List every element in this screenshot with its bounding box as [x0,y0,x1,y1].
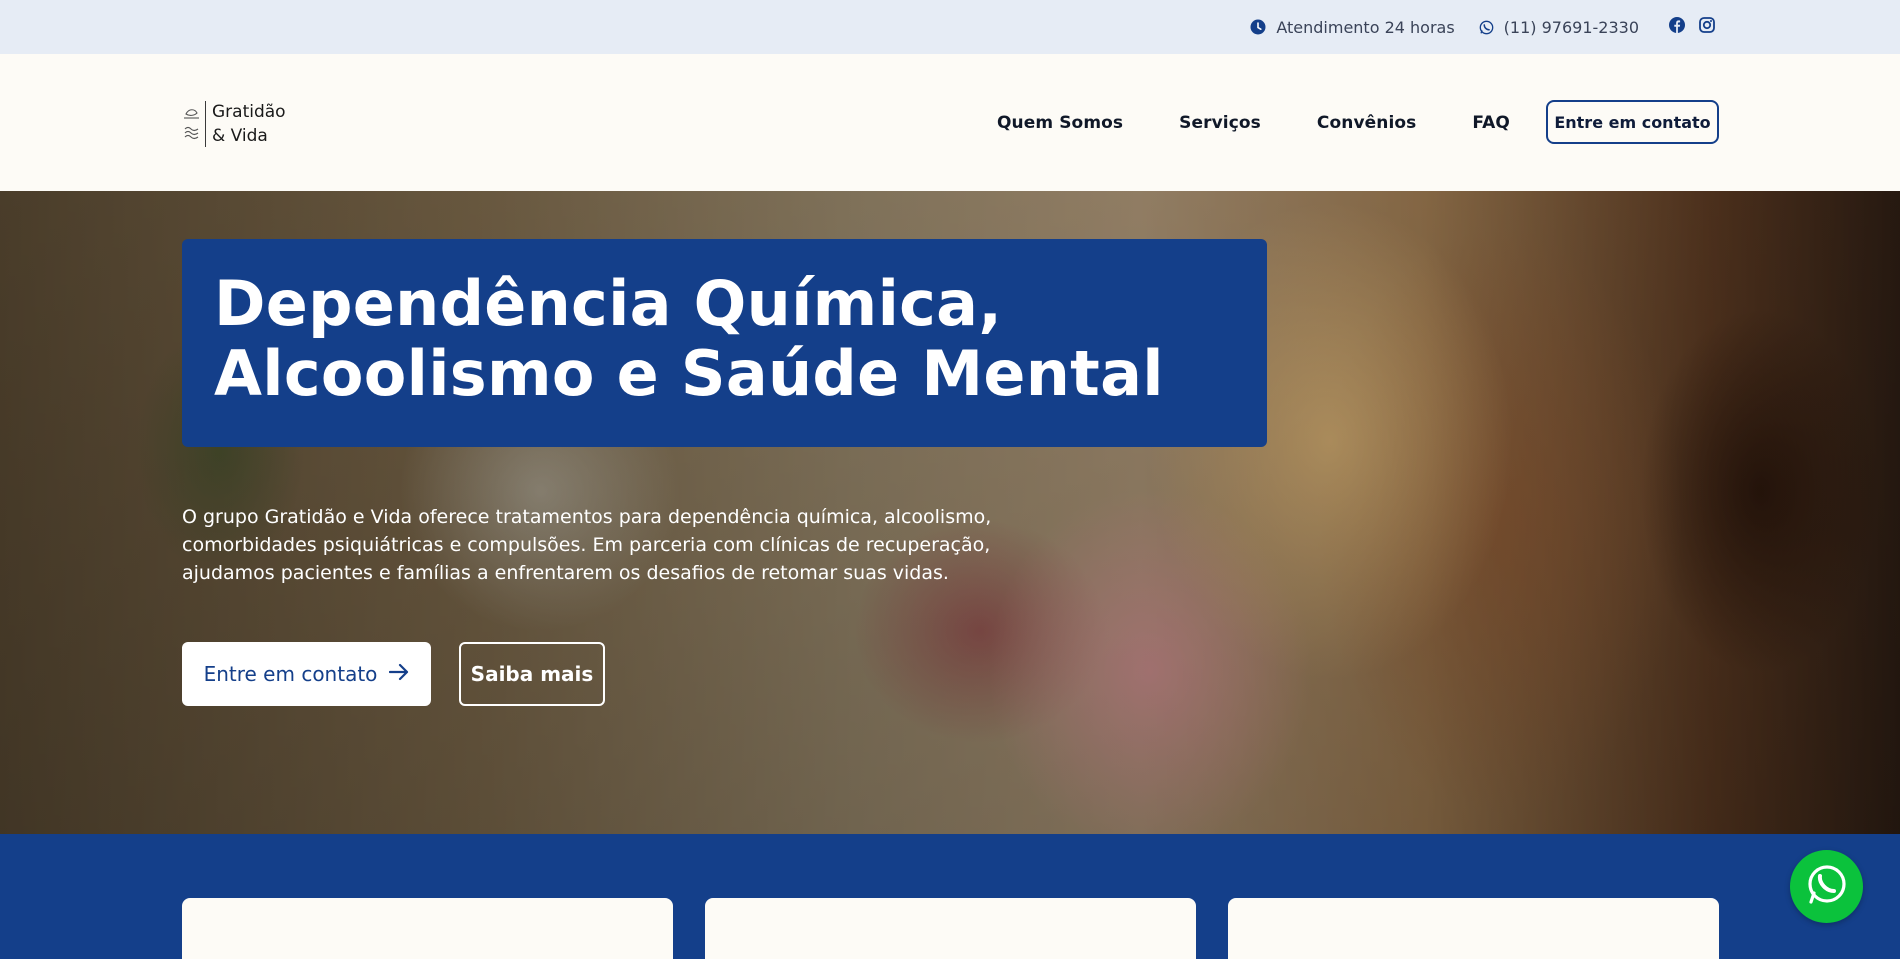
instagram-icon[interactable] [1699,17,1715,37]
nav-convenios[interactable]: Convênios [1317,113,1417,133]
logo-text: Gratidão & Vida [212,100,286,148]
logo-line-2: & Vida [212,126,268,146]
hero-title-line-1: Dependência Química, [214,267,1003,340]
topbar-contact-info: Atendimento 24 horas (11) 97691-2330 [1250,0,1715,54]
hero-contact-label: Entre em contato [203,662,378,686]
hero-title-line-2: Alcoolismo e Saúde Mental [214,337,1164,410]
nav-faq[interactable]: FAQ [1472,113,1510,133]
main-nav: Quem Somos Serviços Convênios FAQ [997,54,1510,191]
logo[interactable]: Gratidão & Vida [182,100,286,148]
feature-card [182,898,673,959]
logo-line-1: Gratidão [212,102,286,122]
whatsapp-float-button[interactable] [1790,850,1863,923]
feature-card [705,898,1196,959]
whatsapp-icon [1479,20,1494,35]
hero-description: O grupo Gratidão e Vida oferece tratamen… [182,506,992,584]
whatsapp-icon [1804,862,1850,912]
hero-section: Dependência Química, Alcoolismo e Saúde … [0,191,1900,834]
header-contact-button[interactable]: Entre em contato [1546,100,1719,144]
features-band [0,834,1900,959]
arrow-right-icon [389,662,409,686]
top-utility-bar: Atendimento 24 horas (11) 97691-2330 [0,0,1900,54]
feature-card [1228,898,1719,959]
facebook-icon[interactable] [1669,17,1685,37]
clock-icon [1250,19,1266,35]
hero-contact-button[interactable]: Entre em contato [182,642,431,706]
nav-servicos[interactable]: Serviços [1179,113,1261,133]
phone-number: (11) 97691-2330 [1503,17,1639,37]
support-hours-text: Atendimento 24 horas [1276,17,1455,37]
logo-mark-icon [182,101,206,147]
support-hours: Atendimento 24 horas [1250,17,1455,37]
social-links [1669,17,1715,37]
hero-title-box: Dependência Química, Alcoolismo e Saúde … [182,239,1267,447]
nav-quem-somos[interactable]: Quem Somos [997,113,1123,133]
hero-title: Dependência Química, Alcoolismo e Saúde … [214,269,1235,409]
hero-learn-more-button[interactable]: Saiba mais [459,642,605,706]
site-header: Gratidão & Vida Quem Somos Serviços Conv… [0,54,1900,191]
phone-link[interactable]: (11) 97691-2330 [1479,18,1639,37]
